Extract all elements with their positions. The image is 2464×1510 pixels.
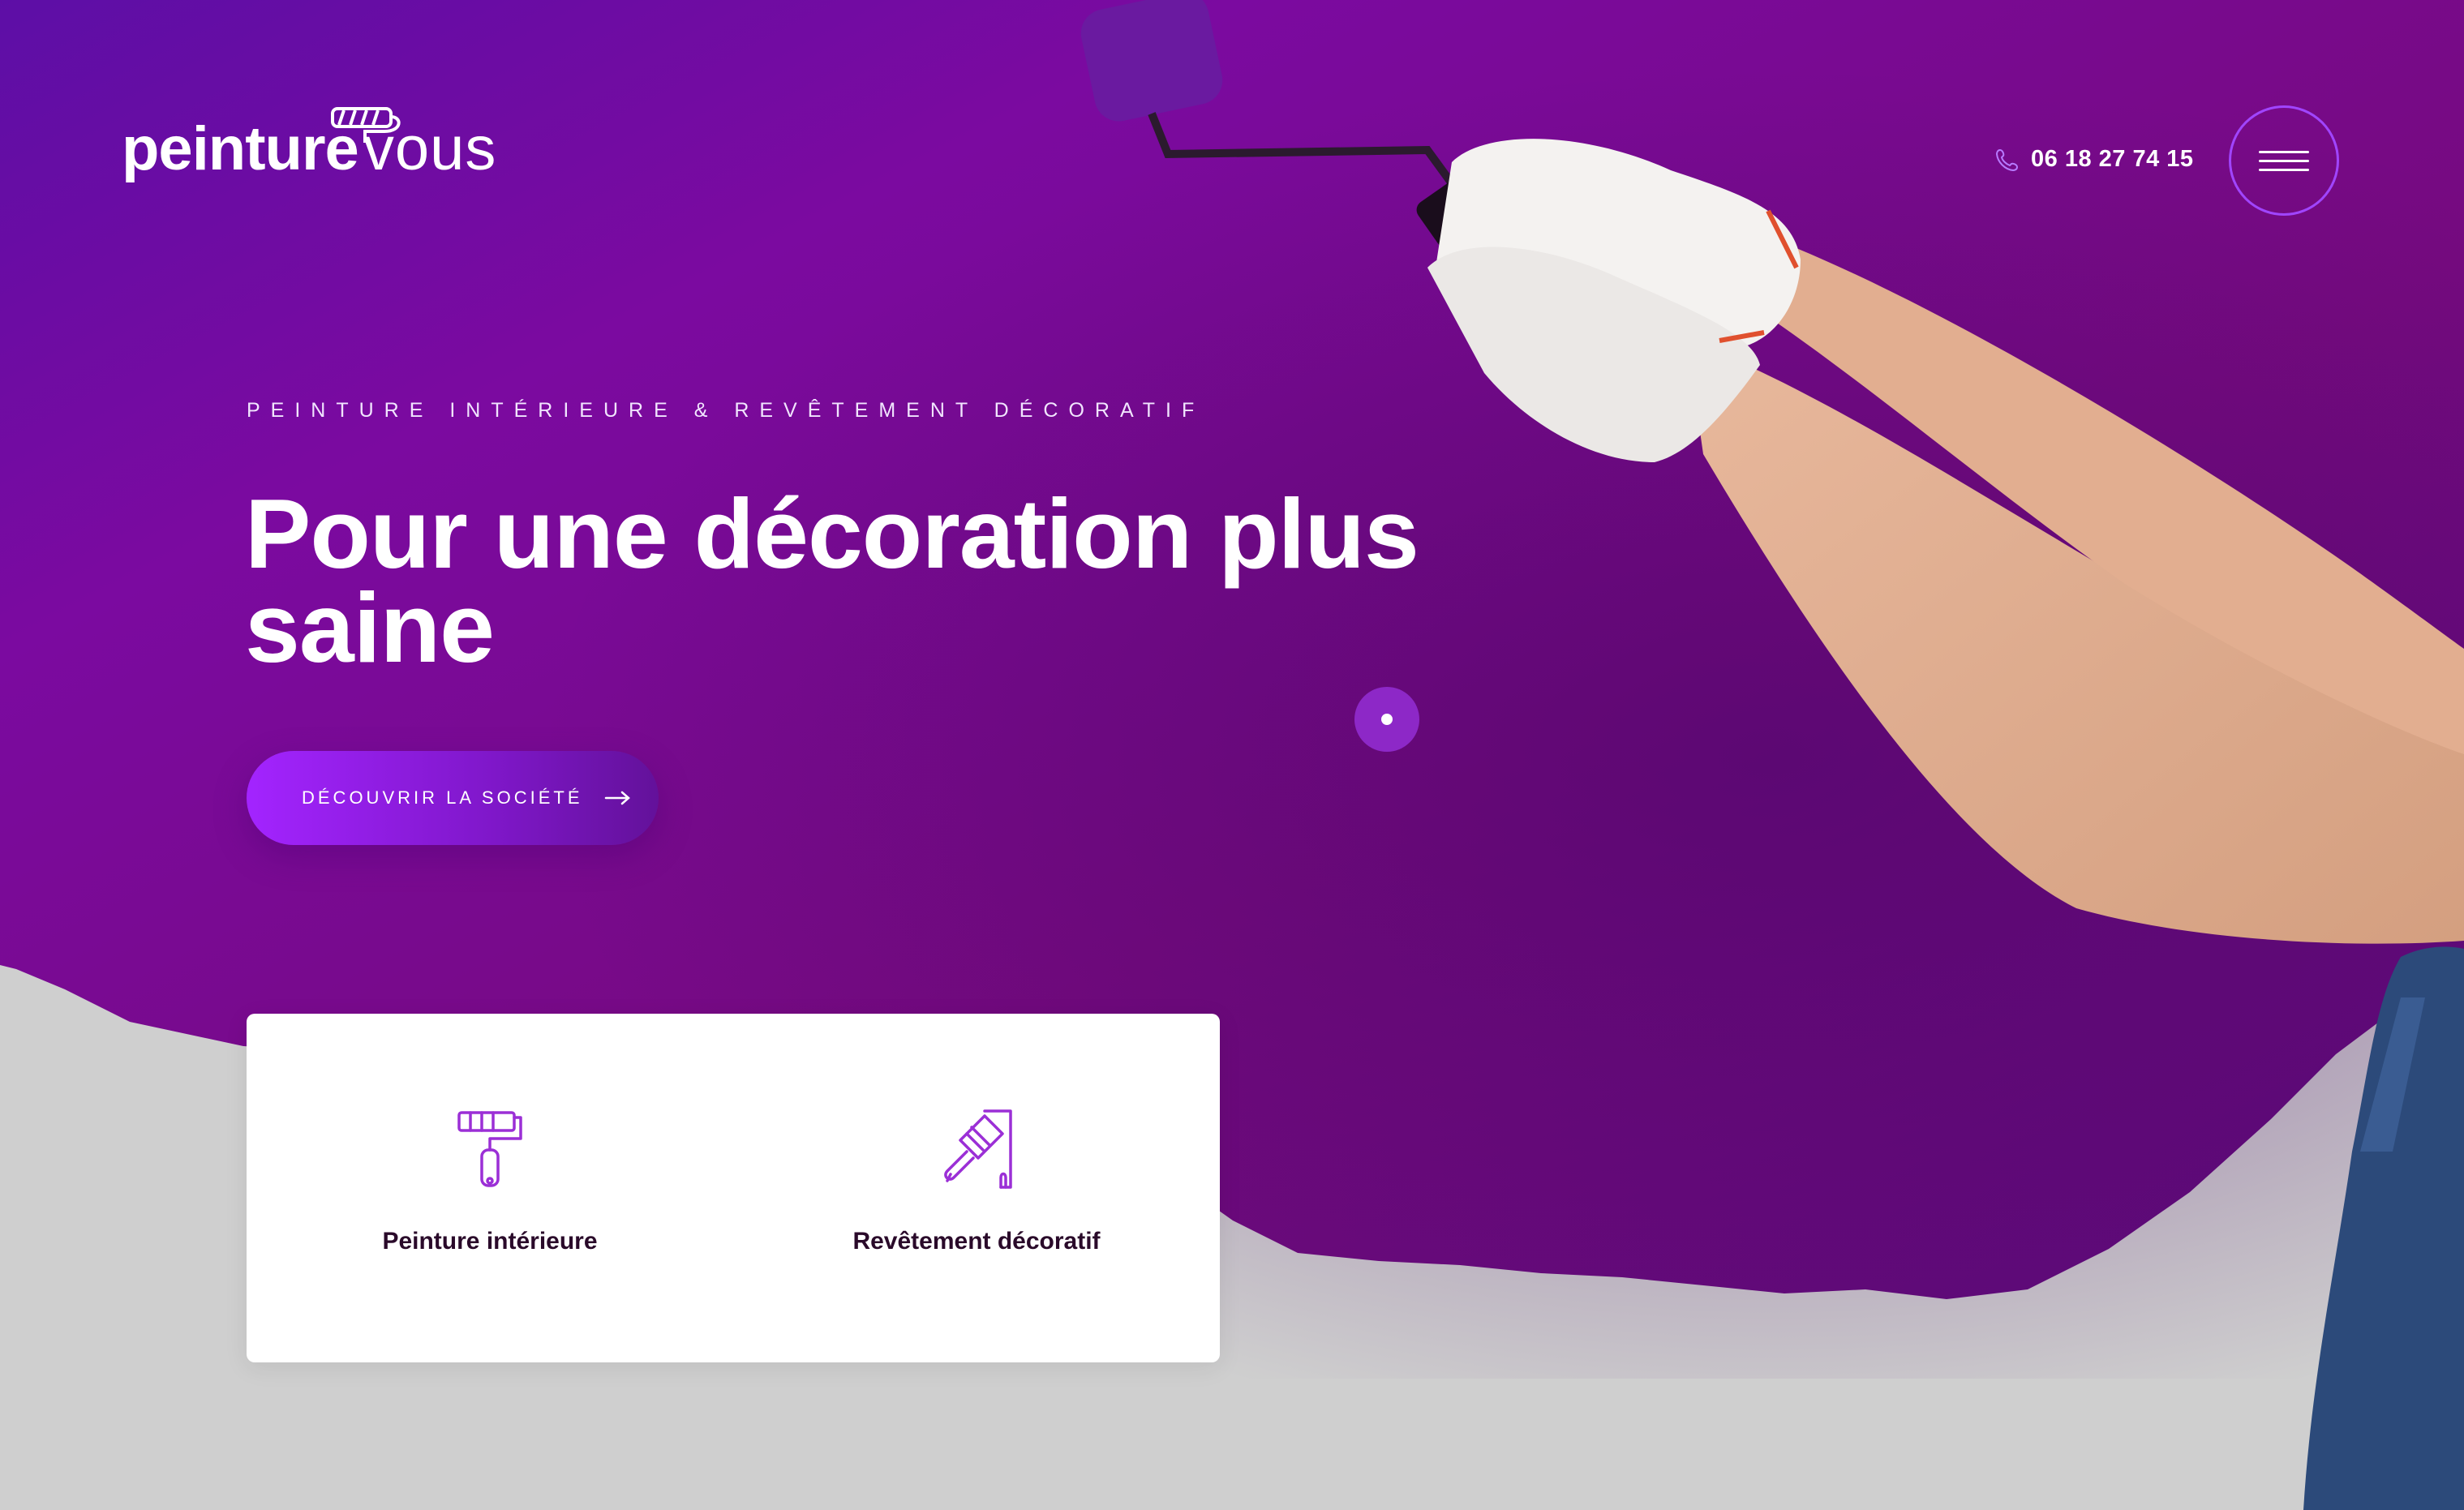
service-revetement-decoratif[interactable]: Revêtement décoratif (733, 1106, 1220, 1255)
logo-roller-icon (331, 107, 401, 143)
phone-icon (1995, 148, 2019, 171)
menu-button[interactable] (2229, 105, 2339, 216)
service-label: Revêtement décoratif (852, 1228, 1101, 1255)
hero-title: Pour une décoration plus saine (245, 478, 1419, 683)
hotspot-dot[interactable] (1354, 687, 1419, 752)
hotspot-dot-inner (1381, 714, 1393, 725)
logo-text-peinture: peinture (122, 114, 359, 183)
cta-label: DÉCOUVRIR LA SOCIÉTÉ (302, 787, 583, 808)
site-logo[interactable]: peinture vous (122, 107, 496, 184)
paint-brush-icon (944, 1109, 1012, 1189)
service-label: Peinture intérieure (382, 1228, 598, 1255)
hero-eyebrow: PEINTURE INTÉRIEURE & REVÊTEMENT DÉCORAT… (247, 399, 1205, 422)
arrow-right-icon (604, 791, 630, 805)
service-peinture-interieure[interactable]: Peinture intérieure (247, 1106, 733, 1255)
hamburger-menu-icon (2259, 150, 2309, 171)
paint-roller-icon (457, 1111, 522, 1187)
services-card: Peinture intérieure Revêtement décoratif (247, 1014, 1220, 1362)
phone-link[interactable]: 06 18 27 74 15 (1995, 146, 2194, 173)
phone-number: 06 18 27 74 15 (2031, 146, 2194, 172)
discover-company-button[interactable]: DÉCOUVRIR LA SOCIÉTÉ (247, 751, 659, 845)
